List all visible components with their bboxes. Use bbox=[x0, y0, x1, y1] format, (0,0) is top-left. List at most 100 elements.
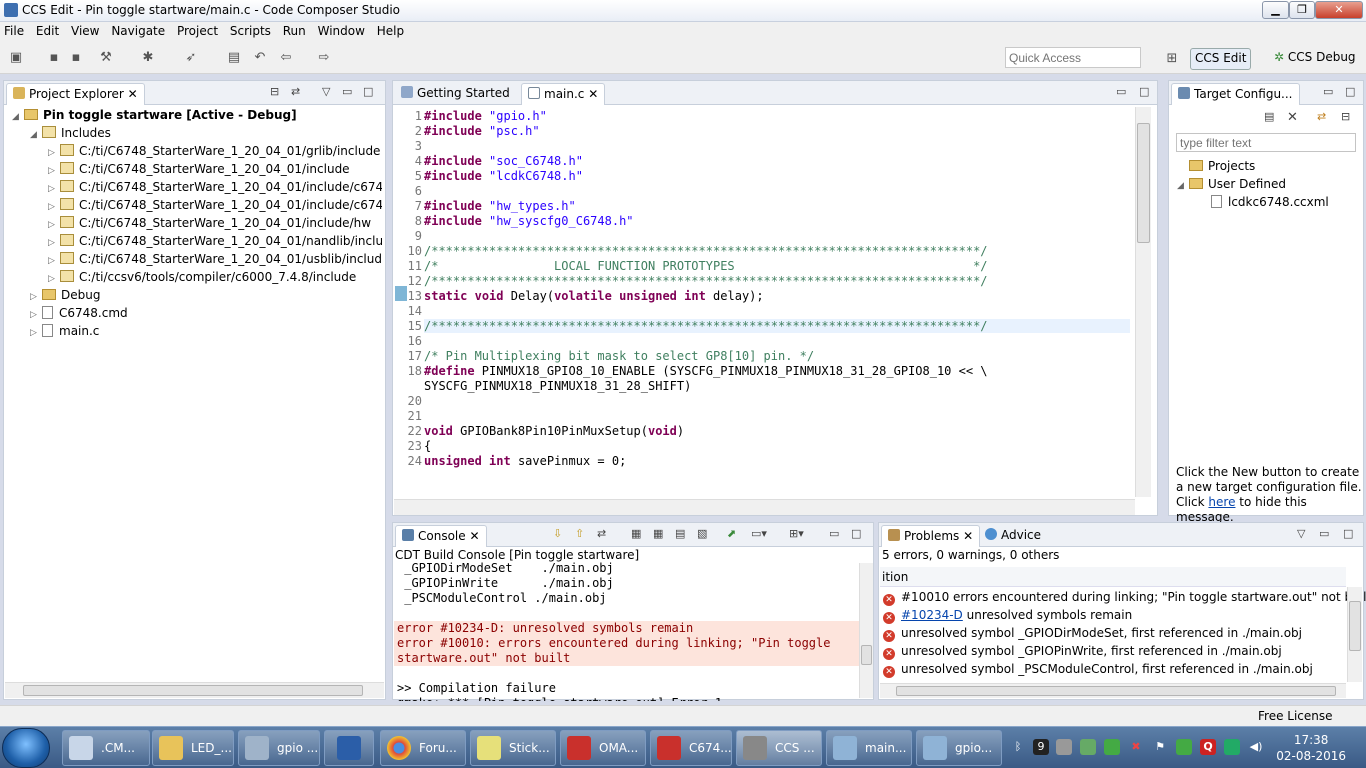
menu-window[interactable]: Window bbox=[314, 22, 369, 38]
task-sticky[interactable]: Stick... bbox=[470, 730, 556, 766]
console-vscroll[interactable] bbox=[859, 563, 873, 698]
tree-debug-folder[interactable]: ▷ Debug bbox=[12, 286, 382, 304]
link-editor-icon[interactable]: ⇄ bbox=[291, 85, 300, 98]
code-line[interactable]: /***************************************… bbox=[424, 319, 1130, 333]
task-word[interactable] bbox=[324, 730, 374, 766]
task-chrome[interactable]: Foru... bbox=[380, 730, 466, 766]
maximize-view-icon[interactable]: □ bbox=[1139, 85, 1149, 98]
open-console-icon[interactable]: ⊞▾ bbox=[789, 527, 804, 540]
maximize-view-icon[interactable]: □ bbox=[1345, 85, 1355, 98]
tree-ccxml-file[interactable]: lcdkc6748.ccxml bbox=[1177, 193, 1329, 211]
tab-project-explorer[interactable]: Project Explorer ✕ bbox=[6, 83, 145, 105]
code-line[interactable]: #include "hw_syscfg0_C6748.h" bbox=[424, 214, 634, 228]
scroll-thumb[interactable] bbox=[1137, 123, 1150, 243]
code-line[interactable]: { bbox=[424, 439, 431, 453]
signal-icon[interactable] bbox=[1224, 739, 1240, 755]
last-edit-icon[interactable]: ↶ bbox=[252, 50, 268, 66]
perspective-ccs-debug[interactable]: ✲ CCS Debug bbox=[1270, 48, 1360, 70]
link-icon[interactable]: ⇄ bbox=[1317, 110, 1326, 123]
task-ccs[interactable]: CCS ... bbox=[736, 730, 822, 766]
back-arrow-icon[interactable]: ⇦ bbox=[278, 50, 294, 66]
scroll-thumb[interactable] bbox=[1349, 601, 1361, 651]
code-line[interactable]: void GPIOBank8Pin10PinMuxSetup(void) bbox=[424, 424, 684, 438]
menu-view[interactable]: View bbox=[67, 22, 103, 38]
menu-help[interactable]: Help bbox=[373, 22, 408, 38]
save-icon[interactable]: ▪ bbox=[46, 50, 62, 66]
code-editor[interactable]: 1 #include "gpio.h" 2 #include "psc.h" 3 4 #in… bbox=[394, 107, 1132, 469]
task-pdf-1[interactable]: OMA... bbox=[560, 730, 646, 766]
code-line[interactable]: #include "soc_C6748.h" bbox=[424, 154, 583, 168]
task-pdf-2[interactable]: C674... bbox=[650, 730, 732, 766]
filter-input[interactable] bbox=[1176, 133, 1356, 152]
tree-includes[interactable]: ◢ Includes bbox=[12, 124, 382, 142]
menu-edit[interactable]: Edit bbox=[32, 22, 63, 38]
scroll-down-icon[interactable]: ⇩ bbox=[553, 527, 562, 540]
maximize-button[interactable]: ❐ bbox=[1289, 1, 1315, 19]
network-icon[interactable] bbox=[1104, 739, 1120, 755]
toggle-icon[interactable]: ▤ bbox=[226, 50, 242, 66]
perspective-ccs-edit[interactable]: CCS Edit bbox=[1190, 48, 1252, 70]
open-perspective-icon[interactable]: ⊞ bbox=[1164, 51, 1180, 67]
scroll-up-icon[interactable]: ⇧ bbox=[575, 527, 584, 540]
menu-scripts[interactable]: Scripts bbox=[226, 22, 275, 38]
minimize-view-icon[interactable]: ▭ bbox=[1116, 85, 1126, 98]
view-menu-icon[interactable]: ▽ bbox=[322, 85, 330, 98]
maximize-view-icon[interactable]: □ bbox=[1343, 527, 1353, 540]
problem-row[interactable]: ✕ unresolved symbol _GPIODirModeSet, firs… bbox=[883, 624, 1302, 642]
clear-console-icon[interactable]: ▧ bbox=[697, 527, 707, 540]
debug-bug-icon[interactable]: ✱ bbox=[140, 50, 156, 66]
code-line[interactable]: #include "hw_types.h" bbox=[424, 199, 576, 213]
tree-include-path[interactable]: ▷ C:/ti/ccsv6/tools/compiler/c6000_7.4.8/… bbox=[12, 268, 382, 286]
editor-hscroll[interactable] bbox=[394, 499, 1135, 515]
new-config-icon[interactable]: ▤ bbox=[1264, 110, 1274, 123]
minimize-view-icon[interactable]: ▭ bbox=[1323, 85, 1333, 98]
scroll-thumb[interactable] bbox=[896, 686, 1336, 696]
maximize-view-icon[interactable]: □ bbox=[851, 527, 861, 540]
task-gpio-2[interactable]: gpio... bbox=[916, 730, 1002, 766]
menu-navigate[interactable]: Navigate bbox=[107, 22, 169, 38]
menu-run[interactable]: Run bbox=[279, 22, 310, 38]
tab-advice[interactable]: Advice bbox=[979, 525, 1047, 547]
code-line[interactable]: #include "lcdkC6748.h" bbox=[424, 169, 583, 183]
task-search[interactable]: .CM... bbox=[62, 730, 150, 766]
minimize-view-icon[interactable]: ▭ bbox=[829, 527, 839, 540]
flash-icon[interactable]: ➶ bbox=[183, 50, 199, 66]
close-icon[interactable]: ✕ bbox=[128, 87, 138, 101]
tree-include-path[interactable]: ▷ C:/ti/C6748_StarterWare_1_20_04_01/incl… bbox=[12, 160, 382, 178]
start-button[interactable] bbox=[2, 728, 50, 768]
tree-main-c[interactable]: ▷ main.c bbox=[12, 322, 382, 340]
code-line[interactable]: static void Delay(volatile unsigned int … bbox=[424, 289, 764, 303]
delete-icon[interactable]: ✕ bbox=[1287, 110, 1298, 125]
problems-column-header[interactable]: ition bbox=[880, 567, 1346, 587]
minimize-view-icon[interactable]: ▭ bbox=[342, 85, 352, 98]
scroll-thumb[interactable] bbox=[861, 645, 872, 665]
new-icon[interactable]: ▣ bbox=[8, 50, 24, 66]
task-gpio-1[interactable]: gpio ... bbox=[238, 730, 320, 766]
code-line[interactable]: /* LOCAL FUNCTION PROTOTYPES */ bbox=[424, 259, 988, 273]
collapse-all-icon[interactable]: ⊟ bbox=[1341, 110, 1350, 123]
tab-console[interactable]: Console ✕ bbox=[395, 525, 487, 547]
mute-icon[interactable]: ✖ bbox=[1128, 739, 1144, 755]
code-line[interactable]: /***************************************… bbox=[424, 274, 988, 288]
menu-file[interactable]: File bbox=[0, 22, 28, 38]
minimize-button[interactable]: ▁ bbox=[1262, 1, 1289, 19]
problem-row[interactable]: ✕ unresolved symbol _PSCModuleControl, fi… bbox=[883, 660, 1313, 678]
tree-include-path[interactable]: ▷ C:/ti/C6748_StarterWare_1_20_04_01/grli… bbox=[12, 142, 382, 160]
tab-getting-started[interactable]: Getting Started bbox=[395, 83, 516, 105]
code-line[interactable]: #define PINMUX18_GPIO8_10_ENABLE (SYSCFG… bbox=[424, 364, 988, 378]
q-app-icon[interactable]: Q bbox=[1200, 739, 1216, 755]
close-icon[interactable]: ✕ bbox=[469, 529, 479, 543]
collapsed-arrow-icon[interactable]: ▷ bbox=[30, 324, 42, 342]
view-menu-icon[interactable]: ▽ bbox=[1297, 527, 1305, 540]
clock[interactable]: 17:38 02-08-2016 bbox=[1276, 732, 1346, 764]
code-line[interactable]: /***************************************… bbox=[424, 244, 988, 258]
editor-vscroll[interactable] bbox=[1135, 107, 1151, 497]
problems-hscroll[interactable] bbox=[880, 683, 1346, 698]
code-line[interactable]: #include "psc.h" bbox=[424, 124, 540, 138]
tab-main-c[interactable]: main.c ✕ bbox=[521, 83, 606, 105]
task-explorer[interactable]: LED_... bbox=[152, 730, 234, 766]
tree-cmd-file[interactable]: ▷ C6748.cmd bbox=[12, 304, 382, 322]
problems-vscroll[interactable] bbox=[1347, 587, 1362, 682]
tree-include-path[interactable]: ▷ C:/ti/C6748_StarterWare_1_20_04_01/incl… bbox=[12, 196, 382, 214]
copy-icon[interactable]: ▦ bbox=[631, 527, 641, 540]
